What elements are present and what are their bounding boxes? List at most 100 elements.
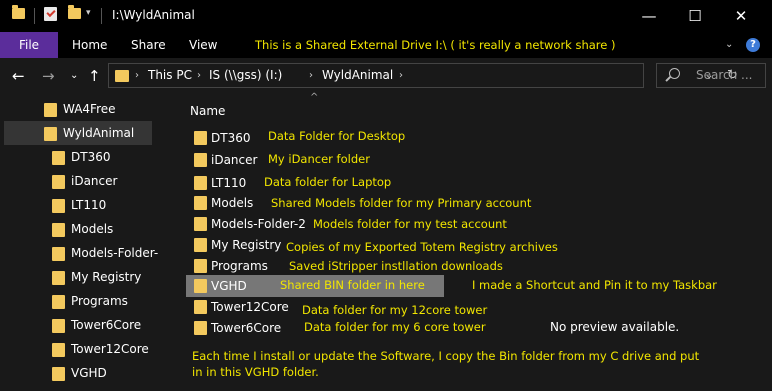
sidebar-scrollbar[interactable] xyxy=(165,96,172,391)
search-input[interactable]: Search ... xyxy=(696,64,752,87)
navigation-pane: WA4Free WyldAnimal DT360 iDancer LT110 M… xyxy=(0,96,172,391)
back-button[interactable]: ← xyxy=(12,58,25,94)
folder-icon xyxy=(52,271,65,285)
annotation-programs: Saved iStripper instllation downloads xyxy=(289,259,503,273)
annotation-lt110: Data folder for Laptop xyxy=(264,175,392,189)
folder-icon xyxy=(194,238,207,252)
sidebar-item-wa4free[interactable]: WA4Free xyxy=(0,97,165,121)
customize-toolbar-icon[interactable]: ▾ xyxy=(86,8,91,18)
sidebar-item-dt360[interactable]: DT360 xyxy=(0,145,165,169)
annotation-dt360: Data Folder for Desktop xyxy=(268,129,406,143)
sidebar-item-label: Tower6Core xyxy=(71,318,142,332)
search-icon xyxy=(669,68,680,79)
address-bar[interactable]: › This PC › IS (\\gss) (I:) › WyldAnimal… xyxy=(108,63,738,88)
folder-icon xyxy=(44,103,57,117)
file-name: iDancer xyxy=(211,153,258,167)
folder-icon xyxy=(52,319,65,333)
file-name: Models xyxy=(211,196,254,210)
expand-ribbon-icon[interactable]: ⌄ xyxy=(725,32,733,58)
title-bar: ▾ I:\WyldAnimal — ☐ ✕ xyxy=(0,0,772,32)
file-name: Programs xyxy=(211,259,268,273)
ribbon-annotation: This is a Shared External Drive I:\ ( it… xyxy=(255,38,616,52)
folder-icon xyxy=(194,300,207,314)
breadcrumb-separator[interactable]: › xyxy=(197,64,201,87)
sidebar-item-vghd[interactable]: VGHD xyxy=(0,361,165,385)
annotation-models: Shared Models folder for my Primary acco… xyxy=(271,196,532,210)
folder-icon xyxy=(52,343,65,357)
file-name: DT360 xyxy=(211,131,251,145)
tab-home[interactable]: Home xyxy=(72,32,107,58)
file-list: ^ Name DT360 iDancer LT110 Models Models… xyxy=(172,92,772,391)
file-name: My Registry xyxy=(211,238,282,252)
up-button[interactable]: ↑ xyxy=(88,58,101,94)
sidebar-item-label: iDancer xyxy=(71,174,118,188)
forward-button[interactable]: → xyxy=(42,58,55,94)
recent-locations-button[interactable]: ⌄ xyxy=(70,58,78,94)
folder-icon xyxy=(115,70,129,82)
sidebar-item-label: Programs xyxy=(71,294,128,308)
folder-icon xyxy=(12,5,25,19)
sidebar-item-label: WA4Free xyxy=(63,102,116,116)
folder-icon xyxy=(194,131,207,145)
sidebar-item-label: Models xyxy=(71,222,114,236)
ribbon-tabs: File Home Share View This is a Shared Ex… xyxy=(0,32,772,58)
sidebar-item-label: DT360 xyxy=(71,150,111,164)
sidebar-item-models-folder[interactable]: Models-Folder- xyxy=(0,241,165,265)
folder-icon xyxy=(194,153,207,167)
sidebar-item-label: Models-Folder- xyxy=(71,246,159,260)
annotation-shortcut: I made a Shortcut and Pin it to my Taskb… xyxy=(472,278,717,292)
sidebar-item-wyldanimal[interactable]: WyldAnimal xyxy=(4,121,152,145)
window-title: I:\WyldAnimal xyxy=(112,8,195,22)
sort-indicator-icon: ^ xyxy=(310,92,319,103)
annotation-tower6core: Data folder for my 6 core tower xyxy=(304,320,486,334)
sidebar-item-label: My Registry xyxy=(71,270,142,284)
tab-share[interactable]: Share xyxy=(131,32,166,58)
annotation-models-folder-2: Models folder for my test account xyxy=(313,217,507,231)
folder-icon xyxy=(52,295,65,309)
breadcrumb-wyldanimal[interactable]: WyldAnimal xyxy=(322,64,393,87)
annotation-bottom: Each time I install or update the Softwa… xyxy=(192,349,700,379)
breadcrumb-separator[interactable]: › xyxy=(399,64,403,87)
sidebar-item-tower12core[interactable]: Tower12Core xyxy=(0,337,165,361)
breadcrumb-this-pc[interactable]: This PC xyxy=(148,64,192,87)
properties-icon[interactable] xyxy=(44,7,57,21)
sidebar-item-label: Tower12Core xyxy=(71,342,149,356)
file-name: LT110 xyxy=(211,176,247,190)
tab-file[interactable]: File xyxy=(0,32,58,58)
breadcrumb-drive[interactable]: IS (\\gss) (I:) xyxy=(209,64,282,87)
file-name: Models-Folder-2 xyxy=(211,217,306,231)
annotation-vghd: Shared BIN folder in here xyxy=(280,278,425,292)
tab-view[interactable]: View xyxy=(189,32,217,58)
sidebar-item-lt110[interactable]: LT110 xyxy=(0,193,165,217)
folder-icon xyxy=(52,367,65,381)
folder-icon xyxy=(194,321,207,335)
sidebar-item-models[interactable]: Models xyxy=(0,217,165,241)
folder-icon xyxy=(194,217,207,231)
file-name: VGHD xyxy=(211,279,247,293)
folder-icon xyxy=(194,279,207,293)
folder-icon xyxy=(194,176,207,190)
sidebar-item-idancer[interactable]: iDancer xyxy=(0,169,165,193)
folder-icon xyxy=(52,175,65,189)
file-name: Tower6Core xyxy=(211,321,282,335)
sidebar-item-tower6core[interactable]: Tower6Core xyxy=(0,313,165,337)
breadcrumb-separator[interactable]: › xyxy=(309,64,313,87)
minimize-button[interactable]: — xyxy=(626,0,672,32)
sidebar-item-programs[interactable]: Programs xyxy=(0,289,165,313)
sidebar-item-label: LT110 xyxy=(71,198,107,212)
sidebar-item-my-registry[interactable]: My Registry xyxy=(0,265,165,289)
folder-icon xyxy=(44,127,57,141)
annotation-idancer: My iDancer folder xyxy=(268,152,370,166)
file-name: Tower12Core xyxy=(211,300,289,314)
help-icon[interactable]: ? xyxy=(746,38,760,52)
folder-icon xyxy=(194,259,207,273)
divider xyxy=(34,8,35,24)
search-box[interactable]: Search ... xyxy=(656,63,766,88)
breadcrumb-separator[interactable]: › xyxy=(135,64,139,87)
folder-icon xyxy=(52,223,65,237)
maximize-button[interactable]: ☐ xyxy=(672,0,718,32)
column-header-name[interactable]: Name xyxy=(190,104,225,118)
close-button[interactable]: ✕ xyxy=(718,0,764,32)
folder-icon xyxy=(52,247,65,261)
new-folder-icon[interactable] xyxy=(68,5,81,19)
